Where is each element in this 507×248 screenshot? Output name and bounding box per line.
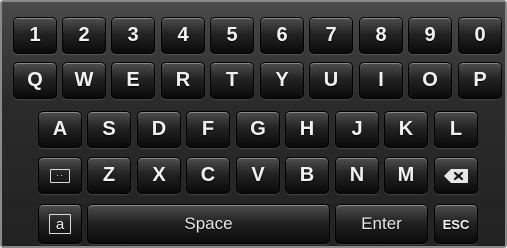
backspace-icon (444, 168, 468, 183)
key-t[interactable]: T (210, 62, 254, 99)
on-screen-keyboard: 1 2 3 4 5 6 7 8 9 0 Q W E R T Y U I O P … (0, 0, 507, 248)
caps-lock-key[interactable]: ·· (38, 157, 82, 194)
key-8[interactable]: 8 (359, 17, 403, 54)
key-m[interactable]: M (384, 157, 428, 194)
key-f[interactable]: F (186, 111, 230, 148)
key-s[interactable]: S (87, 111, 131, 148)
key-j[interactable]: J (335, 111, 379, 148)
key-r[interactable]: R (161, 62, 205, 99)
key-a[interactable]: A (38, 111, 82, 148)
esc-key[interactable]: ESC (434, 204, 478, 244)
key-1[interactable]: 1 (13, 17, 57, 54)
caps-lock-icon: ·· (50, 168, 70, 183)
key-h[interactable]: H (285, 111, 329, 148)
enter-key[interactable]: Enter (335, 204, 428, 244)
key-n[interactable]: N (335, 157, 379, 194)
lowercase-icon: a (49, 214, 71, 234)
key-l[interactable]: L (434, 111, 478, 148)
key-v[interactable]: V (236, 157, 280, 194)
key-7[interactable]: 7 (309, 17, 353, 54)
key-4[interactable]: 4 (161, 17, 205, 54)
key-k[interactable]: K (384, 111, 428, 148)
key-0[interactable]: 0 (458, 17, 502, 54)
key-i[interactable]: I (359, 62, 403, 99)
lowercase-toggle-key[interactable]: a (38, 204, 82, 244)
key-3[interactable]: 3 (111, 17, 155, 54)
key-2[interactable]: 2 (62, 17, 106, 54)
key-z[interactable]: Z (87, 157, 131, 194)
key-x[interactable]: X (137, 157, 181, 194)
key-g[interactable]: G (236, 111, 280, 148)
key-5[interactable]: 5 (210, 17, 254, 54)
key-y[interactable]: Y (260, 62, 304, 99)
key-q[interactable]: Q (13, 62, 57, 99)
key-6[interactable]: 6 (260, 17, 304, 54)
key-c[interactable]: C (186, 157, 230, 194)
key-e[interactable]: E (111, 62, 155, 99)
key-w[interactable]: W (62, 62, 106, 99)
backspace-key[interactable] (434, 157, 478, 194)
key-p[interactable]: P (458, 62, 502, 99)
key-b[interactable]: B (285, 157, 329, 194)
key-d[interactable]: D (137, 111, 181, 148)
key-o[interactable]: O (408, 62, 452, 99)
space-key[interactable]: Space (87, 204, 330, 244)
key-9[interactable]: 9 (408, 17, 452, 54)
key-u[interactable]: U (309, 62, 353, 99)
